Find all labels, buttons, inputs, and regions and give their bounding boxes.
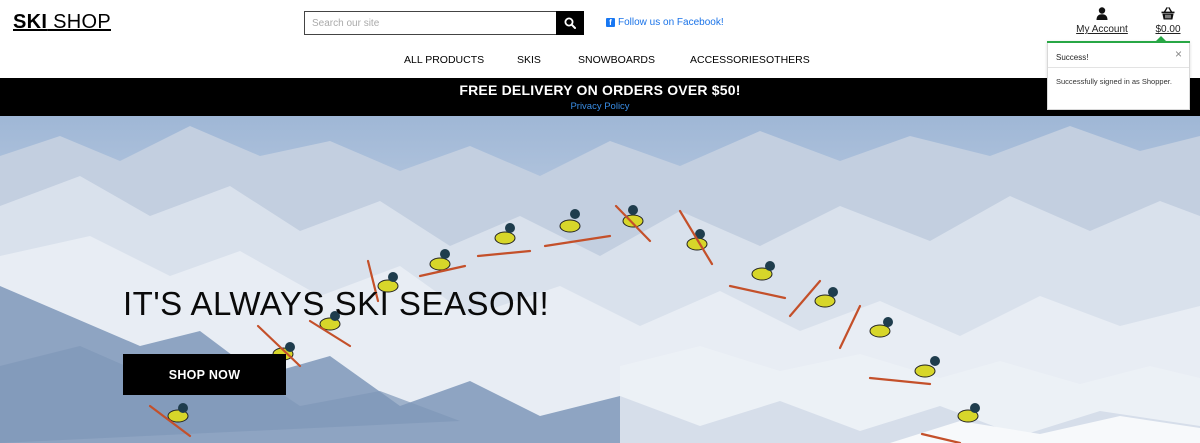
nav-item-all-products[interactable]: ALL PRODUCTS <box>404 54 484 66</box>
nav-item-snowboards[interactable]: SNOWBOARDS <box>578 54 655 66</box>
delivery-banner: FREE DELIVERY ON ORDERS OVER $50! Privac… <box>0 78 1200 116</box>
shopping-basket-icon <box>1161 7 1175 20</box>
my-account-link[interactable]: My Account <box>1072 7 1132 35</box>
toast-status-bar <box>1047 41 1190 43</box>
logo-bold: SKI <box>13 11 48 33</box>
site-header: SKI SHOP f Follow us on Facebook! My Acc… <box>0 0 1200 110</box>
search-button[interactable] <box>556 11 584 35</box>
search-form <box>304 11 584 35</box>
facebook-icon: f <box>606 18 615 27</box>
nav-item-others[interactable]: OTHERS <box>766 54 810 66</box>
site-logo[interactable]: SKI SHOP <box>13 11 111 34</box>
hero-title: IT'S ALWAYS SKI SEASON! <box>123 285 550 322</box>
facebook-link-label: Follow us on Facebook! <box>618 17 724 28</box>
close-icon[interactable]: × <box>1175 48 1182 60</box>
search-icon <box>564 17 576 29</box>
shop-now-button[interactable]: SHOP NOW <box>123 354 286 395</box>
my-account-label: My Account <box>1076 24 1128 35</box>
search-input[interactable] <box>304 11 556 35</box>
toast-message: Successfully signed in as Shopper. <box>1056 77 1172 86</box>
shopping-bag-link[interactable]: $0.00 <box>1148 7 1188 35</box>
nav-item-skis[interactable]: SKIS <box>517 54 541 66</box>
toast-title: Success! <box>1056 53 1089 62</box>
nav-item-accessories[interactable]: ACCESSORIES <box>690 54 766 66</box>
user-icon <box>1096 7 1108 20</box>
success-toast: Success! × Successfully signed in as Sho… <box>1047 36 1190 110</box>
main-nav: ALL PRODUCTS SKIS SNOWBOARDS ACCESSORIES… <box>0 54 1200 68</box>
privacy-policy-link[interactable]: Privacy Policy <box>0 101 1200 112</box>
bag-total: $0.00 <box>1155 24 1181 35</box>
logo-rest: SHOP <box>47 11 111 33</box>
delivery-headline: FREE DELIVERY ON ORDERS OVER $50! <box>459 82 741 98</box>
toast-divider <box>1048 67 1189 68</box>
facebook-link[interactable]: f Follow us on Facebook! <box>606 17 724 28</box>
hero-section: IT'S ALWAYS SKI SEASON! SHOP NOW <box>0 116 1200 443</box>
